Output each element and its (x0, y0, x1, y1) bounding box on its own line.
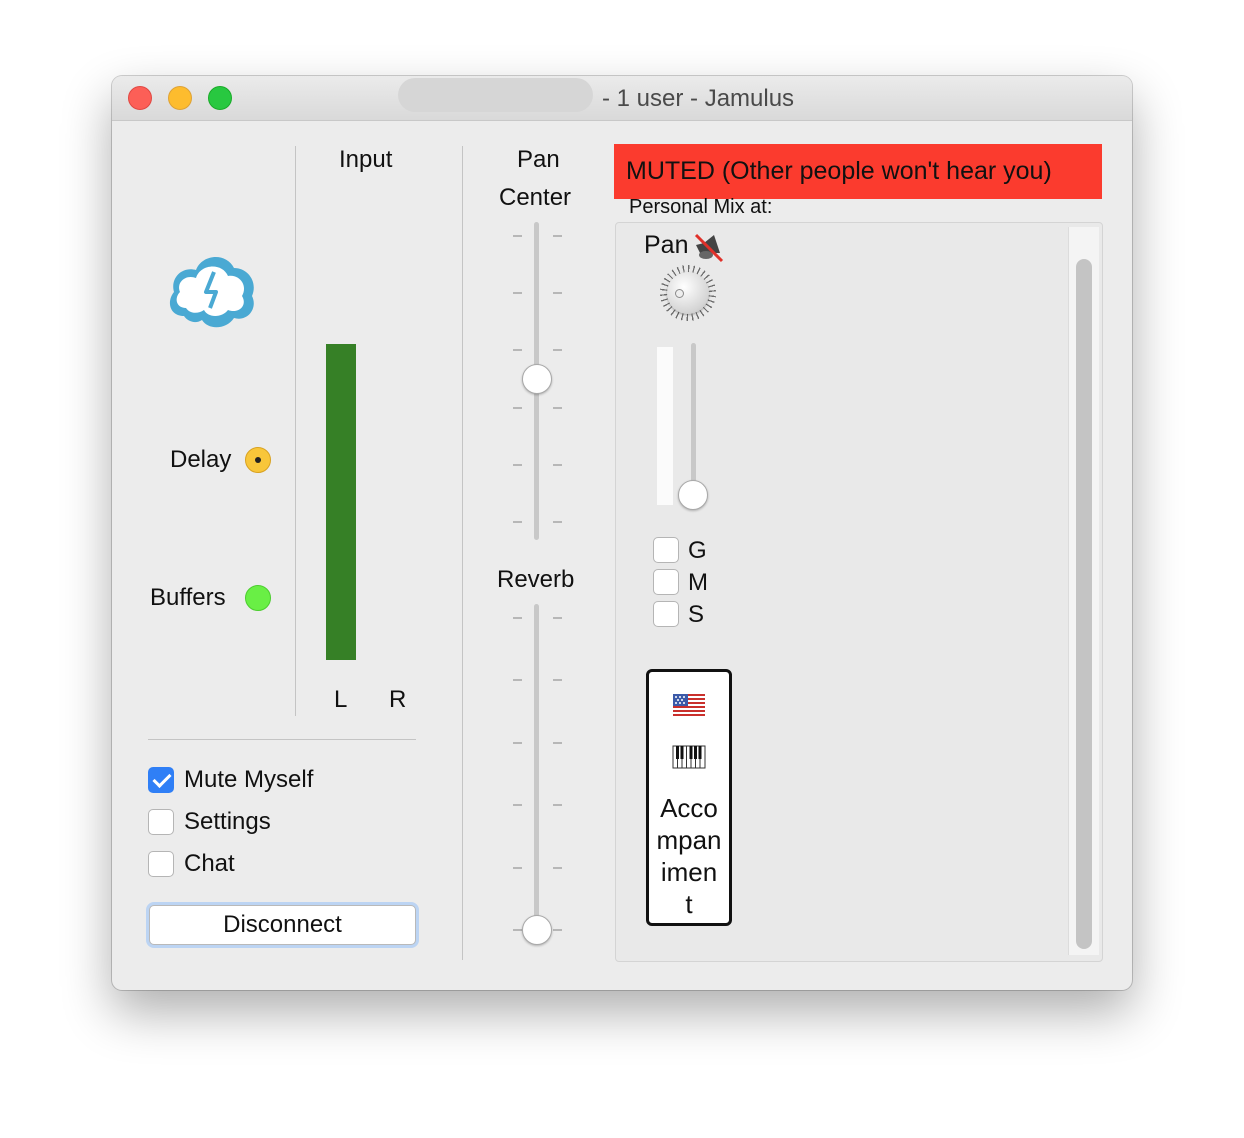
channel-name-line: imen (660, 857, 718, 887)
pan-title: Pan (517, 146, 560, 173)
chat-label[interactable]: Chat (184, 850, 235, 878)
channel-fader[interactable] (691, 343, 696, 503)
input-meter-right-label: R (389, 686, 407, 713)
chat-checkbox[interactable] (148, 851, 174, 877)
channel-name-line: mpan (656, 825, 722, 855)
us-flag-icon (673, 694, 705, 716)
delay-status-led (245, 447, 271, 473)
pan-slider[interactable] (504, 222, 574, 542)
controls-divider (148, 739, 416, 740)
speaker-muted-icon[interactable] (690, 231, 726, 263)
close-window-button[interactable] (128, 86, 152, 110)
mute-label: M (688, 569, 708, 596)
channel-pan-label: Pan (644, 231, 689, 259)
mixer-scrollbar-thumb[interactable] (1076, 259, 1092, 949)
pan-slider-handle[interactable] (522, 364, 552, 394)
channel-pan-knob[interactable] (660, 265, 716, 321)
buffers-status-led (245, 585, 271, 611)
mute-checkbox[interactable] (653, 569, 679, 595)
channel-name-line: Acco (660, 793, 718, 823)
settings-checkbox[interactable] (148, 809, 174, 835)
channel-strip: Pan G M S Acco mpan imen t (616, 223, 766, 959)
buffers-label: Buffers (150, 584, 226, 611)
middle-divider (462, 146, 463, 960)
reverb-slider[interactable] (504, 604, 574, 945)
channel-fader-handle[interactable] (678, 480, 708, 510)
input-level-meter-left (326, 344, 356, 660)
group-checkbox[interactable] (653, 537, 679, 563)
zoom-window-button[interactable] (208, 86, 232, 110)
mute-myself-label[interactable]: Mute Myself (184, 766, 313, 794)
input-meter-left-label: L (334, 686, 348, 713)
pan-value-label: Center (499, 184, 572, 211)
channel-name: Acco mpan imen t (649, 792, 729, 920)
personal-mix-label: Personal Mix at: (629, 196, 773, 218)
input-meter-title: Input (339, 146, 393, 173)
disconnect-button[interactable]: Disconnect (149, 905, 416, 945)
jamulus-main-window: - 1 user - Jamulus Delay Buffers Input L… (112, 76, 1132, 990)
window-title: - 1 user - Jamulus (602, 85, 795, 112)
channel-name-line: t (685, 889, 693, 919)
settings-label[interactable]: Settings (184, 808, 271, 836)
keyboard-icon (672, 744, 706, 772)
jamulus-cloud-logo-icon (164, 244, 260, 340)
solo-checkbox[interactable] (653, 601, 679, 627)
left-divider (295, 146, 296, 716)
delay-label: Delay (170, 446, 232, 473)
muted-warning-banner: MUTED (Other people won't hear you) (614, 144, 1102, 199)
reverb-slider-handle[interactable] (522, 915, 552, 945)
title-bar: - 1 user - Jamulus (112, 76, 1132, 121)
minimize-window-button[interactable] (168, 86, 192, 110)
reverb-title: Reverb (497, 566, 575, 593)
mixer-vertical-scrollbar[interactable] (1068, 227, 1099, 955)
group-label: G (688, 537, 707, 564)
redacted-server-name (398, 78, 593, 112)
channel-level-meter (657, 347, 673, 505)
solo-label: S (688, 601, 705, 628)
mute-myself-checkbox[interactable] (148, 767, 174, 793)
mixer-board: Pan G M S Acco mpan imen t (615, 222, 1103, 962)
channel-name-box[interactable]: Acco mpan imen t (646, 669, 732, 926)
